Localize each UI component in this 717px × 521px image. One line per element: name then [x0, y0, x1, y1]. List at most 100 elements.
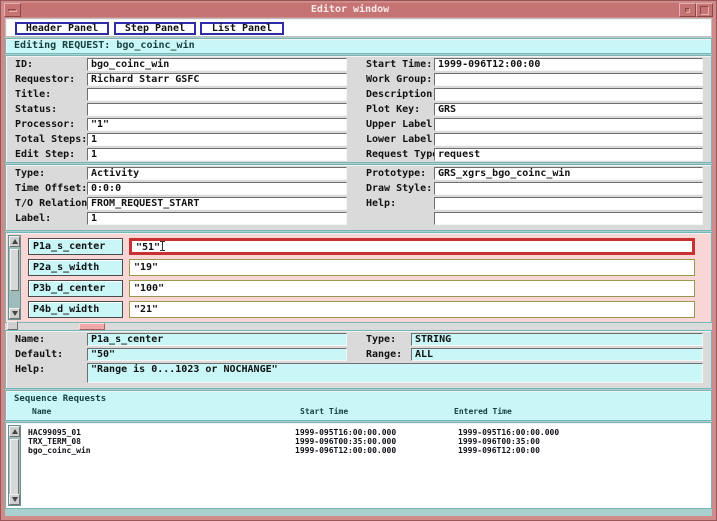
- param-value-field[interactable]: "100": [129, 280, 695, 297]
- chevron-up-icon: [12, 239, 18, 244]
- chevron-down-icon: [12, 311, 18, 316]
- chevron-down-icon: [12, 497, 18, 502]
- label-field[interactable]: 1: [87, 212, 347, 225]
- divider-box[interactable]: [7, 321, 18, 330]
- table-row[interactable]: HAC99095_01 1999-095T16:00:00.000 1999-0…: [26, 428, 707, 437]
- minimize-button[interactable]: [679, 3, 696, 17]
- total-steps-field[interactable]: 1: [87, 133, 347, 146]
- lower-label-field[interactable]: [434, 133, 703, 146]
- param-default-field[interactable]: "50": [87, 348, 347, 361]
- param-value-field[interactable]: "21": [129, 301, 695, 318]
- to-relation-label: T/O Relation:: [10, 197, 87, 210]
- lower-label-label: Lower Label:: [361, 133, 434, 146]
- sequence-list-scrollbar[interactable]: [8, 425, 21, 506]
- parameter-list-pane: P1a_s_center "51" P2a_s_width "19" P3b_d…: [5, 232, 712, 323]
- edit-step-label: Edit Step:: [10, 148, 87, 161]
- start-time-field[interactable]: 1999-096T12:00:00: [434, 58, 703, 71]
- type-label: Type:: [10, 167, 87, 180]
- minimize-icon: [685, 8, 690, 13]
- draw-style-field[interactable]: [434, 182, 703, 195]
- sequence-rows: HAC99095_01 1999-095T16:00:00.000 1999-0…: [26, 428, 707, 455]
- window-title: Editor window: [21, 3, 679, 17]
- status-label: Status:: [10, 103, 87, 116]
- total-steps-label: Total Steps:: [10, 133, 87, 146]
- column-header-name: Name: [32, 407, 51, 416]
- parameter-row: P1a_s_center "51": [28, 238, 695, 255]
- param-range-label: Range:: [361, 348, 411, 361]
- titlebar[interactable]: Editor window: [4, 3, 713, 17]
- param-help-label: Help:: [10, 363, 87, 383]
- type-field[interactable]: Activity: [87, 167, 347, 180]
- description-field[interactable]: [434, 88, 703, 101]
- plot-key-field[interactable]: GRS: [434, 103, 703, 116]
- help-extra-field[interactable]: [434, 212, 703, 225]
- maximize-button[interactable]: [696, 3, 713, 17]
- step-form: Type: Activity Prototype: GRS_xgrs_bgo_c…: [5, 164, 712, 231]
- parameter-row: P4b_d_width "21": [28, 301, 695, 318]
- param-name-cell[interactable]: P2a_s_width: [28, 259, 123, 276]
- prototype-field[interactable]: GRS_xgrs_bgo_coinc_win: [434, 167, 703, 180]
- param-help-field[interactable]: "Range is 0...1023 or NOCHANGE": [87, 363, 703, 383]
- step-panel-button[interactable]: Step Panel: [114, 22, 196, 35]
- sash-handle[interactable]: [79, 323, 105, 330]
- cell-start: 1999-096T00:35:00.000: [295, 437, 396, 446]
- parameter-scrollbar[interactable]: [8, 235, 21, 320]
- time-offset-field[interactable]: 0:0:0: [87, 182, 347, 195]
- cell-start: 1999-095T16:00:00.000: [295, 428, 396, 437]
- to-relation-field[interactable]: FROM_REQUEST_START: [87, 197, 347, 210]
- cell-entered: 1999-096T12:00:00: [458, 446, 540, 455]
- param-range-field[interactable]: ALL: [411, 348, 703, 361]
- draw-style-label: Draw Style:: [361, 182, 434, 195]
- param-type-label: Type:: [361, 333, 411, 346]
- param-type-field[interactable]: STRING: [411, 333, 703, 346]
- processor-label: Processor:: [10, 118, 87, 131]
- header-panel-button[interactable]: Header Panel: [15, 22, 109, 35]
- scroll-up-button[interactable]: [9, 236, 20, 247]
- cell-start: 1999-096T12:00:00.000: [295, 446, 396, 455]
- request-type-field[interactable]: request: [434, 148, 703, 161]
- sequence-requests-list: HAC99095_01 1999-095T16:00:00.000 1999-0…: [5, 422, 712, 509]
- param-name-cell[interactable]: P3b_d_center: [28, 280, 123, 297]
- param-value-field[interactable]: "19": [129, 259, 695, 276]
- help-field[interactable]: [434, 197, 703, 210]
- blank-label: [361, 212, 434, 225]
- sequence-requests-header: Sequence Requests Name Start Time Entere…: [5, 390, 712, 421]
- window-menu-icon: [8, 9, 17, 12]
- title-field[interactable]: [87, 88, 347, 101]
- description-label: Description:: [361, 88, 434, 101]
- work-group-field[interactable]: [434, 73, 703, 86]
- param-value-field-selected[interactable]: "51": [129, 238, 695, 255]
- request-header-form: ID: bgo_coinc_win Start Time: 1999-096T1…: [5, 55, 712, 163]
- parameter-info-pane: Name: P1a_s_center Type: STRING Default:…: [5, 330, 712, 389]
- table-row[interactable]: TRX_TERM_08 1999-096T00:35:00.000 1999-0…: [26, 437, 707, 446]
- scrollbar-thumb[interactable]: [10, 439, 19, 495]
- table-row[interactable]: bgo_coinc_win 1999-096T12:00:00.000 1999…: [26, 446, 707, 455]
- time-offset-label: Time Offset:: [10, 182, 87, 195]
- cell-entered: 1999-096T00:35:00: [458, 437, 540, 446]
- upper-label-field[interactable]: [434, 118, 703, 131]
- edit-step-field[interactable]: 1: [87, 148, 347, 161]
- cell-name: TRX_TERM_08: [28, 437, 81, 446]
- window-menu-button[interactable]: [4, 3, 21, 17]
- help-label: Help:: [361, 197, 434, 210]
- requestor-field[interactable]: Richard Starr GSFC: [87, 73, 347, 86]
- start-time-label: Start Time:: [361, 58, 434, 71]
- cell-entered: 1999-095T16:00:00.000: [458, 428, 559, 437]
- status-field[interactable]: [87, 103, 347, 116]
- column-header-entered: Entered Time: [454, 407, 512, 416]
- default-label: Default:: [10, 348, 87, 361]
- scroll-up-button[interactable]: [9, 426, 20, 437]
- cell-name: bgo_coinc_win: [28, 446, 91, 455]
- plot-key-label: Plot Key:: [361, 103, 434, 116]
- list-panel-button[interactable]: List Panel: [200, 22, 284, 35]
- param-name-cell[interactable]: P4b_d_width: [28, 301, 123, 318]
- param-name-cell[interactable]: P1a_s_center: [28, 238, 123, 255]
- id-field[interactable]: bgo_coinc_win: [87, 58, 347, 71]
- param-name-display-field[interactable]: P1a_s_center: [87, 333, 347, 346]
- label-label: Label:: [10, 212, 87, 225]
- scroll-down-button[interactable]: [9, 494, 20, 505]
- processor-field[interactable]: "1": [87, 118, 347, 131]
- scrollbar-thumb[interactable]: [10, 249, 19, 291]
- scroll-down-button[interactable]: [9, 308, 20, 319]
- parameter-row: P3b_d_center "100": [28, 280, 695, 297]
